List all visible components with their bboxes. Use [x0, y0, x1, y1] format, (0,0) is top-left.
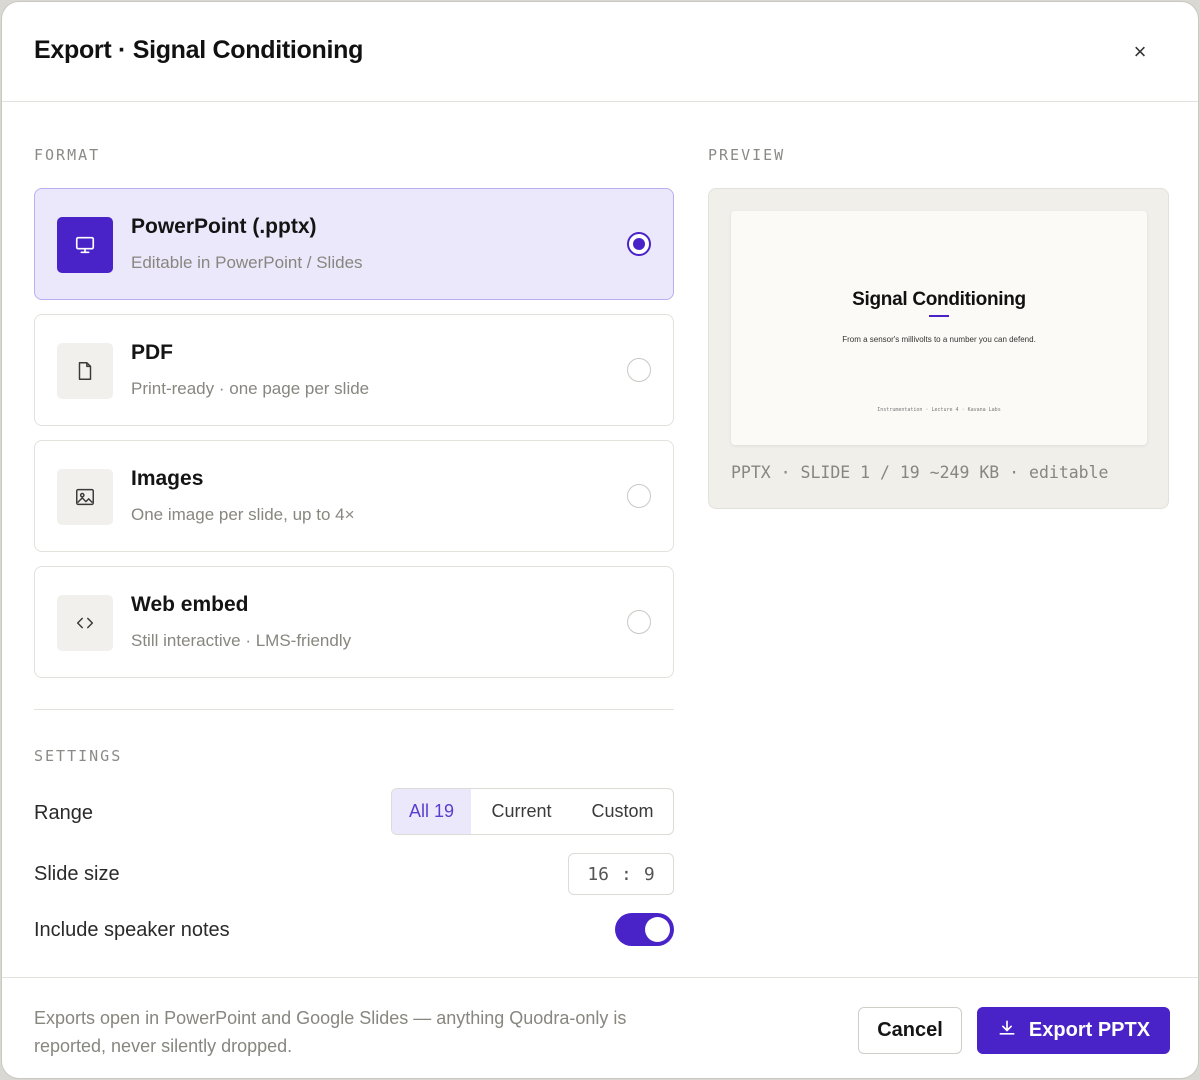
export-button[interactable]: Export PPTX [977, 1007, 1170, 1054]
preview-section-label: PREVIEW [708, 146, 786, 164]
toggle-knob [645, 917, 670, 942]
preview-panel: Signal Conditioning From a sensor's mill… [708, 188, 1169, 509]
section-divider [34, 709, 674, 710]
range-option-current[interactable]: Current [471, 789, 572, 834]
export-button-label: Export PPTX [1028, 1019, 1151, 1041]
format-option-name: PowerPoint (.pptx) [131, 215, 317, 238]
download-icon [997, 1018, 1017, 1044]
speaker-notes-label: Include speaker notes [34, 919, 230, 941]
format-option-name: Images [131, 467, 204, 490]
slide-subtitle: From a sensor's millivolts to a number y… [842, 335, 1036, 344]
format-option-desc: Editable in PowerPoint / Slides [131, 253, 363, 272]
format-option-pptx[interactable]: PowerPoint (.pptx) Editable in PowerPoin… [34, 188, 674, 300]
format-option-name: PDF [131, 341, 173, 364]
format-radio[interactable] [627, 484, 651, 508]
format-option-desc: Print-ready · one page per slide [131, 379, 370, 398]
range-label: Range [34, 802, 93, 824]
slide-size-height: 9 [643, 863, 655, 885]
format-radio[interactable] [627, 232, 651, 256]
dialog-header: Export · Signal Conditioning × [2, 2, 1198, 102]
speaker-notes-toggle[interactable] [615, 913, 674, 946]
range-option-all[interactable]: All 19 [392, 789, 471, 834]
format-radio[interactable] [627, 358, 651, 382]
format-option-web-embed[interactable]: Web embed Still interactive · LMS-friend… [34, 566, 674, 678]
code-icon [57, 595, 113, 651]
dialog-title: Export · Signal Conditioning [34, 36, 364, 64]
slide-size-field[interactable]: 16 : 9 [568, 853, 674, 895]
document-icon [57, 343, 113, 399]
slide-thumbnail: Signal Conditioning From a sensor's mill… [731, 211, 1147, 445]
image-icon [57, 469, 113, 525]
range-option-custom[interactable]: Custom [572, 789, 673, 834]
preview-meta: PPTX · SLIDE 1 / 19 ~249 KB · editable [731, 463, 1109, 482]
slide-accent-rule [929, 315, 949, 317]
dialog-footer: Exports open in PowerPoint and Google Sl… [2, 977, 1198, 1078]
slide-size-label: Slide size [34, 863, 120, 885]
format-radio[interactable] [627, 610, 651, 634]
cancel-button[interactable]: Cancel [858, 1007, 962, 1054]
slide-title: Signal Conditioning [852, 289, 1026, 310]
slide-size-separator: : [621, 863, 632, 885]
format-option-images[interactable]: Images One image per slide, up to 4× [34, 440, 674, 552]
slide-footer: Instrumentation · Lecture 4 · Kavana Lab… [877, 407, 1001, 413]
range-segmented-control: All 19 Current Custom [391, 788, 674, 835]
slide-size-width: 16 [587, 863, 609, 885]
format-option-name: Web embed [131, 593, 249, 616]
monitor-icon [57, 217, 113, 273]
export-dialog: Export · Signal Conditioning × FORMAT Po… [1, 1, 1199, 1079]
footer-note: Exports open in PowerPoint and Google Sl… [34, 1008, 627, 1056]
close-icon[interactable]: × [1128, 40, 1152, 64]
format-section-label: FORMAT [34, 146, 101, 164]
format-option-pdf[interactable]: PDF Print-ready · one page per slide [34, 314, 674, 426]
format-option-desc: Still interactive · LMS-friendly [131, 631, 352, 650]
settings-section-label: SETTINGS [34, 747, 123, 765]
format-option-desc: One image per slide, up to 4× [131, 505, 355, 524]
